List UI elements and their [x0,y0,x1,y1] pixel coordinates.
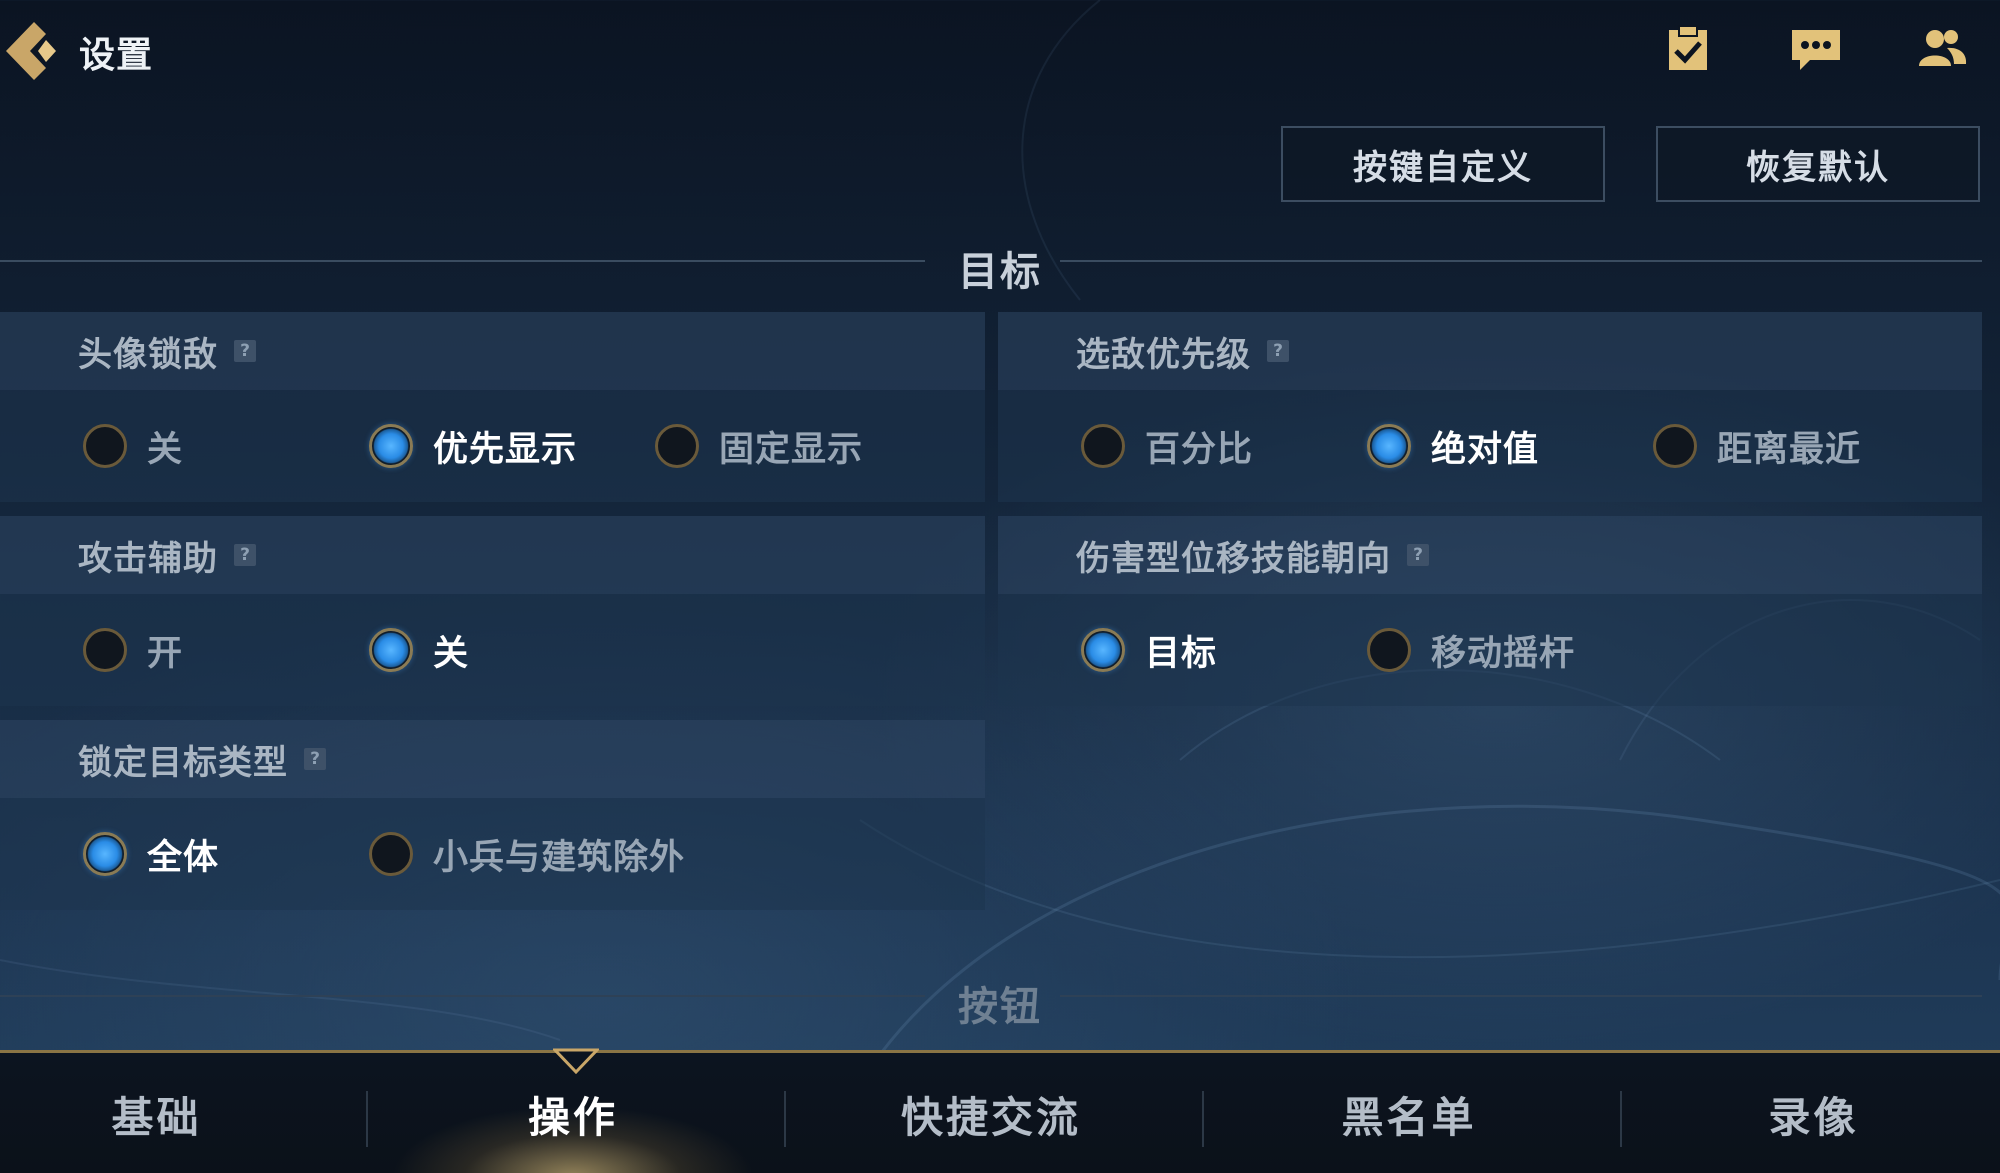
radio-button[interactable] [1367,628,1411,672]
radio-button[interactable] [655,424,699,468]
radio-button-selected[interactable] [369,424,413,468]
option-absolute-value[interactable]: 绝对值 [1367,420,1539,472]
option-label: 关 [147,429,184,470]
section-header-target: 目标 [0,231,2000,295]
setting-label: 攻击辅助 [78,538,218,579]
option-label: 移动摇杆 [1431,633,1576,674]
setting-header: 选敌优先级 ? [998,312,1982,390]
radio-button-selected[interactable] [369,628,413,672]
bottom-tab-bar: 基础 操作 快捷交流 黑名单 录像 [0,1050,2000,1173]
option-all[interactable]: 全体 [83,828,219,880]
chat-icon[interactable] [1790,24,1842,74]
radio-button[interactable] [83,628,127,672]
radio-button[interactable] [1653,424,1697,468]
setting-header: 伤害型位移技能朝向 ? [998,516,1982,594]
section-title: 按钮 [958,984,1042,1030]
setting-panel-target-priority: 选敌优先级 ? 百分比 绝对值 距离最近 [998,312,1982,502]
option-label: 固定显示 [719,429,864,470]
back-button[interactable] [2,18,64,84]
option-on[interactable]: 开 [83,624,183,676]
tab-quick-chat[interactable]: 快捷交流 [791,1053,1191,1173]
option-label: 关 [433,633,470,674]
option-percentage[interactable]: 百分比 [1081,420,1253,472]
help-icon[interactable]: ? [304,748,326,770]
help-icon[interactable]: ? [234,544,256,566]
option-label: 小兵与建筑除外 [433,837,686,878]
option-target[interactable]: 目标 [1081,624,1217,676]
setting-label: 选敌优先级 [1076,334,1251,375]
section-header-buttons: 按钮 [0,966,2000,1030]
tab-basic[interactable]: 基础 [0,1053,313,1173]
setting-header: 头像锁敌 ? [0,312,985,390]
tab-divider [366,1091,368,1147]
option-label: 目标 [1145,633,1218,674]
back-arrow-icon [6,22,56,80]
option-nearest[interactable]: 距离最近 [1653,420,1861,472]
checklist-icon[interactable] [1663,24,1713,74]
option-label: 距离最近 [1717,429,1862,470]
option-label: 开 [147,633,184,674]
tab-divider [1620,1091,1622,1147]
option-fixed-display[interactable]: 固定显示 [655,420,863,472]
radio-button-selected[interactable] [1081,628,1125,672]
setting-label: 头像锁敌 [78,334,218,375]
setting-panel-attack-assist: 攻击辅助 ? 开 关 [0,516,985,706]
section-title: 目标 [958,249,1042,295]
help-icon[interactable]: ? [1407,544,1429,566]
radio-button[interactable] [83,424,127,468]
option-label: 全体 [147,837,220,878]
radio-button[interactable] [1081,424,1125,468]
help-icon[interactable]: ? [234,340,256,362]
option-exclude-minions-buildings[interactable]: 小兵与建筑除外 [369,828,685,880]
help-icon[interactable]: ? [1267,340,1289,362]
setting-header: 攻击辅助 ? [0,516,985,594]
setting-panel-dash-direction: 伤害型位移技能朝向 ? 目标 移动摇杆 [998,516,1982,706]
setting-label: 锁定目标类型 [78,742,288,783]
option-label: 绝对值 [1431,429,1540,470]
radio-button[interactable] [369,832,413,876]
option-priority-display[interactable]: 优先显示 [369,420,577,472]
customize-keys-button[interactable]: 按键自定义 [1281,126,1605,202]
option-label: 优先显示 [433,429,578,470]
active-tab-indicator-icon [553,1048,599,1074]
tab-blacklist[interactable]: 黑名单 [1209,1053,1609,1173]
tab-divider [1202,1091,1204,1147]
option-off[interactable]: 关 [369,624,469,676]
tab-divider [784,1091,786,1147]
setting-label: 伤害型位移技能朝向 [1076,538,1391,579]
page-title: 设置 [79,35,154,76]
option-off[interactable]: 关 [83,420,183,472]
restore-defaults-button[interactable]: 恢复默认 [1656,126,1980,202]
setting-header: 锁定目标类型 ? [0,720,985,798]
option-move-joystick[interactable]: 移动摇杆 [1367,624,1575,676]
setting-panel-lock-target-type: 锁定目标类型 ? 全体 小兵与建筑除外 [0,720,985,910]
tab-replay[interactable]: 录像 [1627,1053,2000,1173]
option-label: 百分比 [1145,429,1254,470]
friends-icon[interactable] [1916,24,1968,74]
radio-button-selected[interactable] [83,832,127,876]
radio-button-selected[interactable] [1367,424,1411,468]
setting-panel-avatar-lock: 头像锁敌 ? 关 优先显示 固定显示 [0,312,985,502]
